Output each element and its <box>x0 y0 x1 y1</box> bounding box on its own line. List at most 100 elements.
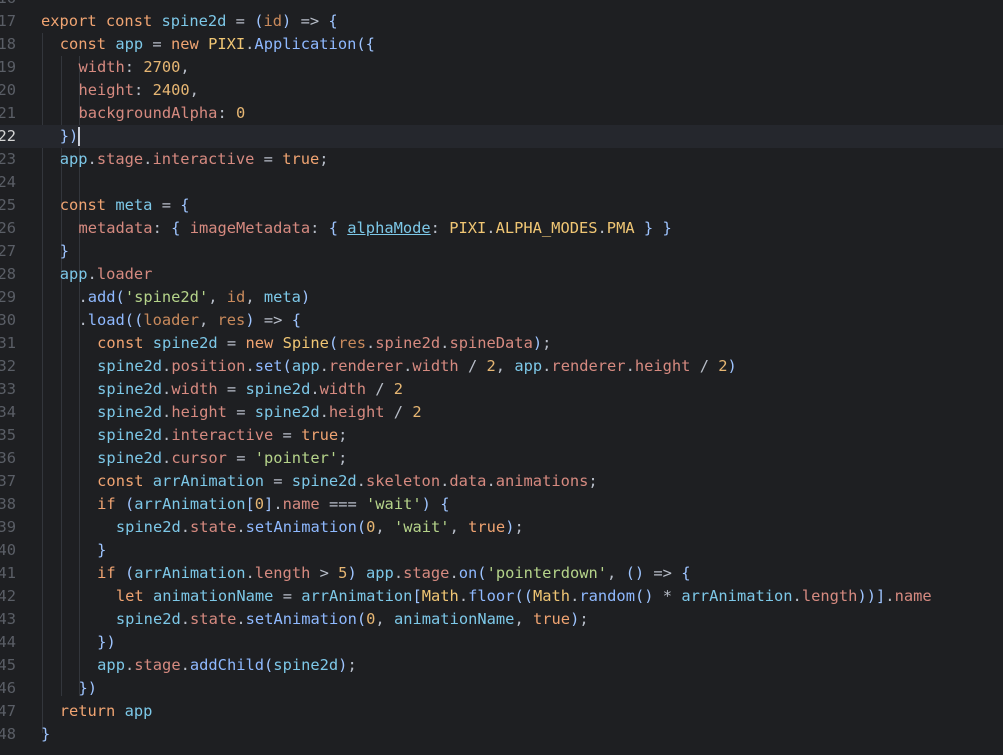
code-text: .add('spine2d', id, meta) <box>78 286 310 309</box>
code-line[interactable]: 28 app.loader <box>0 263 1003 286</box>
code-line[interactable]: 27} <box>0 240 1003 263</box>
code-token: 2400 <box>152 81 190 99</box>
line-number: 19 <box>0 58 16 76</box>
code-line[interactable]: 46}) <box>0 677 1003 700</box>
code-token: 2 <box>718 357 728 375</box>
code-token: * <box>653 587 682 605</box>
line-number: 35 <box>0 426 16 444</box>
code-token: ALPHA_MODES <box>495 219 598 237</box>
code-line[interactable]: 19 width: 2700, <box>0 56 1003 79</box>
code-token: { <box>291 311 301 329</box>
code-line[interactable]: 16 <box>0 0 1003 10</box>
line-number: 47 <box>0 702 16 720</box>
code-line[interactable]: 33 spine2d.width = spine2d.width / 2 <box>0 378 1003 401</box>
code-text: height: 2400, <box>78 79 199 102</box>
code-line[interactable]: 20 height: 2400, <box>0 79 1003 102</box>
code-token: } <box>59 127 69 145</box>
code-token: spine2d <box>97 426 163 444</box>
code-line[interactable]: 32 spine2d.position.set(app.renderer.widt… <box>0 355 1003 378</box>
code-line[interactable]: 34 spine2d.height = spine2d.height / 2 <box>0 401 1003 424</box>
code-token: : <box>134 81 153 99</box>
code-line[interactable]: 18 const app = new PIXI.Application({ <box>0 33 1003 56</box>
code-token: name <box>894 587 932 605</box>
code-line[interactable]: 22}) <box>0 125 1003 148</box>
code-line[interactable]: 26 metadata: { imageMetadata: { alphaMode… <box>0 217 1003 240</box>
code-token: [ <box>245 495 255 513</box>
code-line[interactable]: 38 if (arrAnimation[0].name === 'wait') { <box>0 493 1003 516</box>
code-line[interactable]: 23 app.stage.interactive = true; <box>0 148 1003 171</box>
code-line[interactable]: 36 spine2d.cursor = 'pointer'; <box>0 447 1003 470</box>
code-line[interactable]: 47 return app <box>0 700 1003 723</box>
code-token: spine2d <box>161 12 227 30</box>
code-token: meta <box>263 288 301 306</box>
line-number: 22 <box>0 127 16 145</box>
code-token: . <box>458 587 469 605</box>
code-token: return <box>59 702 116 720</box>
code-line[interactable]: 37 const arrAnimation = spine2d.skeleton.… <box>0 470 1003 493</box>
code-token: . <box>625 357 635 375</box>
code-editor[interactable]: 1617export const spine2d = (id) => {18co… <box>0 0 1003 755</box>
code-token: ( <box>356 518 367 536</box>
code-token: spine2d <box>273 656 339 674</box>
code-line[interactable]: 25 const meta = { <box>0 194 1003 217</box>
code-token: stage <box>96 150 144 168</box>
code-token: ) <box>87 679 97 697</box>
code-token: . <box>180 518 191 536</box>
code-token: width <box>319 380 366 398</box>
code-token: spine2d <box>115 518 181 536</box>
line-number: 39 <box>0 518 16 536</box>
code-token: , <box>449 518 469 536</box>
code-line[interactable]: 43 spine2d.state.setAnimation(0, animatio… <box>0 608 1003 631</box>
code-line[interactable]: 17 export const spine2d = (id) => { <box>0 10 1003 33</box>
code-line[interactable]: 30 .load((loader, res) => { <box>0 309 1003 332</box>
code-token: = <box>273 426 302 444</box>
code-token: renderer <box>328 357 404 375</box>
code-line[interactable]: 35 spine2d.interactive = true; <box>0 424 1003 447</box>
code-line[interactable]: 21 backgroundAlpha: 0 <box>0 102 1003 125</box>
code-token: => <box>644 564 682 582</box>
code-line[interactable]: 39 spine2d.state.setAnimation(0, 'wait', … <box>0 516 1003 539</box>
code-token: id <box>263 12 283 30</box>
code-token: const <box>97 472 144 490</box>
code-token: ) <box>106 633 116 651</box>
code-token: . <box>162 380 172 398</box>
line-number: 44 <box>0 633 16 651</box>
code-token: ( <box>124 311 135 329</box>
code-text: if (arrAnimation[0].name === 'wait') { <box>97 493 449 516</box>
code-token: spine2d <box>115 610 181 628</box>
code-line[interactable]: 44}) <box>0 631 1003 654</box>
code-line[interactable]: 42 let animationName = arrAnimation[Math.… <box>0 585 1003 608</box>
code-token: => <box>254 311 292 329</box>
line-number: 31 <box>0 334 16 352</box>
code-token: spine2d <box>291 472 357 490</box>
code-text: const meta = { <box>60 194 190 217</box>
code-token: / <box>458 357 487 375</box>
code-token: spine2d <box>245 380 311 398</box>
code-token: ( <box>115 288 125 306</box>
code-token: addChild <box>189 656 265 674</box>
code-token: height <box>328 403 385 421</box>
code-line[interactable]: 45 app.stage.addChild(spine2d); <box>0 654 1003 677</box>
code-token: Spine <box>282 334 329 352</box>
code-token: app <box>514 357 543 375</box>
code-token: , <box>245 288 264 306</box>
code-token: . <box>273 495 283 513</box>
code-token: . <box>449 564 459 582</box>
code-line[interactable]: 41 if (arrAnimation.length > 5) app.stage… <box>0 562 1003 585</box>
code-token: true <box>468 518 506 536</box>
code-token: : <box>430 219 450 237</box>
code-token: > <box>310 564 339 582</box>
code-token: Math <box>533 587 571 605</box>
code-line[interactable]: 31 const spine2d = new Spine(res.spine2d.… <box>0 332 1003 355</box>
code-token: spine2d <box>97 357 163 375</box>
code-line[interactable]: 40} <box>0 539 1003 562</box>
code-line[interactable]: 48} <box>0 723 1003 746</box>
code-line[interactable]: 29 .add('spine2d', id, meta) <box>0 286 1003 309</box>
code-token: ) <box>634 564 645 582</box>
code-line[interactable]: 24 <box>0 171 1003 194</box>
code-token: spine2d <box>254 403 320 421</box>
